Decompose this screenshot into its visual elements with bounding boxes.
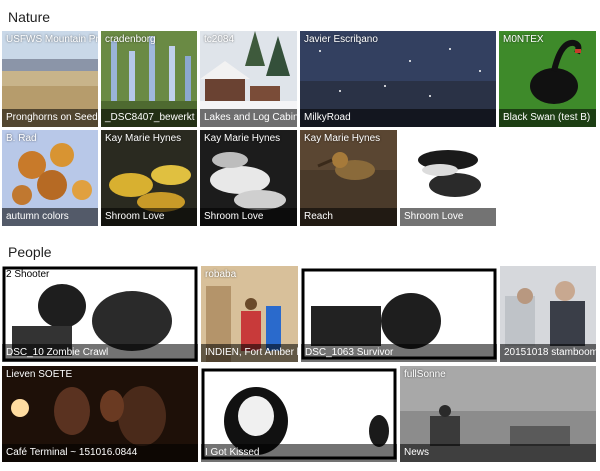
photo-tile[interactable]: Shroom Love <box>400 130 496 226</box>
photo-tile[interactable]: M0NTEX Black Swan (test B) <box>499 31 596 127</box>
photo-author: M0NTEX <box>503 34 544 45</box>
photo-caption: Reach <box>300 208 397 226</box>
photo-caption: I Got Kissed <box>201 444 397 462</box>
photo-tile[interactable]: Javier Escribano MilkyRoad <box>300 31 496 127</box>
photo-author: cradenborg <box>105 34 156 45</box>
photo-author: USFWS Mountain Prairie <box>6 34 98 45</box>
photo-tile[interactable]: Lieven SOETE Café Terminal ~ 151016.0844 <box>2 366 198 462</box>
photo-caption: News <box>400 444 596 462</box>
photo-tile[interactable]: cradenborg _DSC8407_bewerkt <box>101 31 197 127</box>
photo-caption: Shroom Love <box>200 208 297 226</box>
photo-author: tc2084 <box>204 34 235 45</box>
photo-caption: INDIEN, Fort Amber bei Jaipur <box>201 344 298 362</box>
photo-caption: Black Swan (test B) <box>499 109 596 127</box>
photo-author: Lieven SOETE <box>6 369 73 380</box>
photo-caption: autumn colors <box>2 208 98 226</box>
photo-tile[interactable]: I Got Kissed <box>201 366 397 462</box>
photo-tile[interactable]: Kay Marie Hynes Reach <box>300 130 397 226</box>
photo-tile[interactable]: B. Rad autumn colors <box>2 130 98 226</box>
photo-caption: 20151018 stamboom <box>500 344 596 362</box>
photo-author: fullSonne <box>404 369 446 380</box>
photo-caption: _DSC8407_bewerkt <box>101 109 197 127</box>
photo-tile[interactable]: robaba INDIEN, Fort Amber bei Jaipur <box>201 266 298 362</box>
photo-tile[interactable]: USFWS Mountain Prairie Pronghorns on See… <box>2 31 98 127</box>
photo-tile[interactable]: 2 Shooter DSC_10 Zombie Crawl <box>2 266 198 362</box>
photo-tile[interactable]: Kay Marie Hynes Shroom Love <box>200 130 297 226</box>
photo-tile[interactable]: 20151018 stamboom <box>500 266 596 362</box>
photo-caption: DSC_10 Zombie Crawl <box>2 344 198 362</box>
photo-tile[interactable]: fullSonne News <box>400 366 596 462</box>
photo-author: B. Rad <box>6 133 37 144</box>
photo-caption: Lakes and Log Cabins <box>200 109 297 127</box>
photo-tile[interactable]: DSC_1063 Survivor <box>301 266 497 362</box>
photo-author: robaba <box>205 269 237 280</box>
photo-tile[interactable]: Kay Marie Hynes Shroom Love <box>101 130 197 226</box>
photo-caption: Café Terminal ~ 151016.0844 <box>2 444 198 462</box>
photo-author: Javier Escribano <box>304 34 378 45</box>
photo-caption: DSC_1063 Survivor <box>301 344 497 362</box>
section-title-nature[interactable]: Nature <box>8 9 50 25</box>
photo-caption: Shroom Love <box>400 208 496 226</box>
photo-author: 2 Shooter <box>6 269 50 280</box>
photo-tile[interactable]: tc2084 Lakes and Log Cabins <box>200 31 297 127</box>
photo-author: Kay Marie Hynes <box>105 133 182 144</box>
photo-author: Kay Marie Hynes <box>204 133 281 144</box>
section-title-people[interactable]: People <box>8 244 52 260</box>
photo-author: Kay Marie Hynes <box>304 133 381 144</box>
photo-caption: MilkyRoad <box>300 109 496 127</box>
photo-caption: Pronghorns on Seedskadee <box>2 109 98 127</box>
photo-caption: Shroom Love <box>101 208 197 226</box>
